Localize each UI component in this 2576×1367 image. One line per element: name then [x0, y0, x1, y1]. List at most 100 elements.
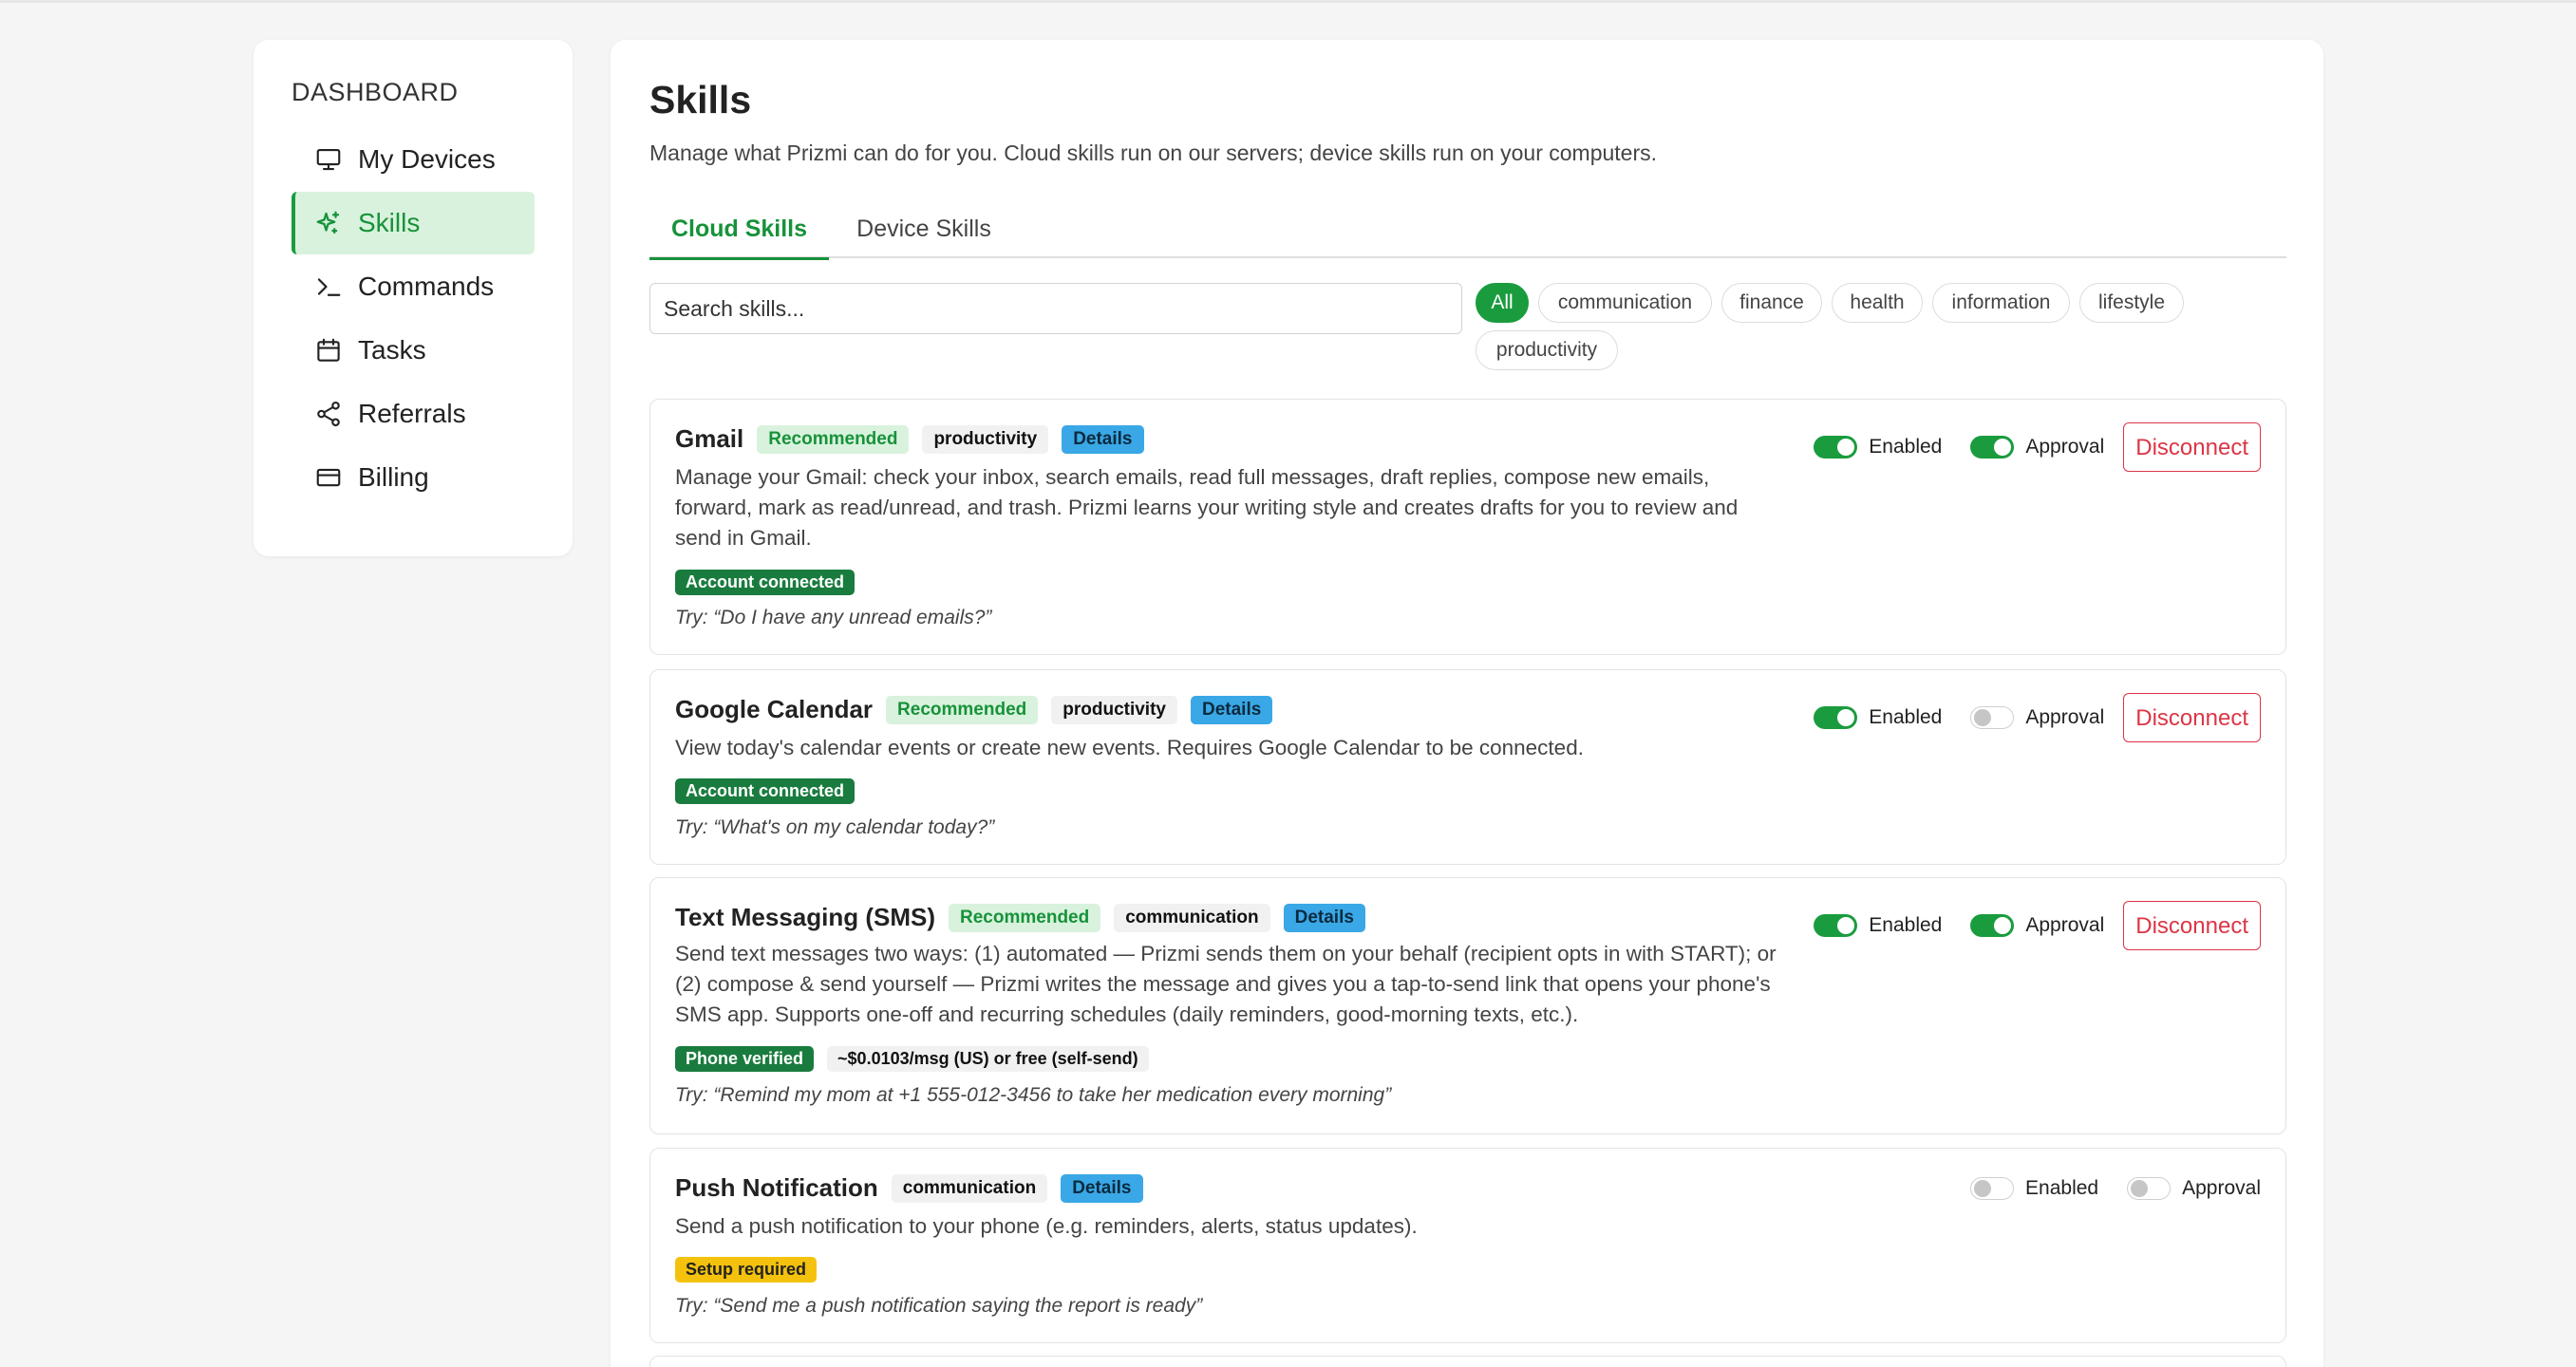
sidebar-item-referrals[interactable]: Referrals: [291, 383, 535, 445]
filter-communication[interactable]: communication: [1538, 283, 1712, 323]
status-badge: Account connected: [675, 778, 856, 804]
sidebar-nav: My Devices Skills Commands Tasks Referra…: [291, 128, 535, 509]
status-badge: Account connected: [675, 570, 856, 595]
approval-label: Approval: [2025, 914, 2105, 936]
search-input[interactable]: [649, 283, 1462, 334]
filter-finance[interactable]: finance: [1721, 283, 1822, 323]
sidebar-item-billing[interactable]: Billing: [291, 446, 535, 509]
enabled-toggle[interactable]: [1814, 706, 1858, 729]
sidebar-item-my-devices[interactable]: My Devices: [291, 128, 535, 191]
recommended-badge: Recommended: [886, 695, 1039, 724]
status-badge: Phone verified: [675, 1046, 815, 1072]
filter-productivity[interactable]: productivity: [1476, 330, 1618, 370]
price-badge: ~$0.0103/msg (US) or free (self-send): [827, 1046, 1149, 1072]
skill-status-row: Phone verified ~$0.0103/msg (US) or free…: [675, 1046, 1162, 1072]
skill-card-sms: Text Messaging (SMS) Recommended communi…: [649, 877, 2286, 1134]
filter-lifestyle[interactable]: lifestyle: [2079, 283, 2184, 323]
enabled-label: Enabled: [1869, 706, 1943, 728]
filter-health[interactable]: health: [1832, 283, 1923, 323]
skill-controls: Enabled Approval Disconnect: [1814, 422, 2261, 472]
approval-label: Approval: [2025, 436, 2105, 458]
try-example: Try: “Remind my mom at +1 555-012-3456 t…: [675, 1084, 1392, 1106]
skill-name: Push Notification: [675, 1173, 878, 1202]
tab-device-skills[interactable]: Device Skills: [829, 201, 1019, 258]
approval-label: Approval: [2025, 706, 2105, 728]
skill-status-row: Account connected: [675, 778, 868, 804]
category-badge: productivity: [1051, 695, 1177, 724]
approval-toggle[interactable]: [1970, 706, 2015, 729]
skill-controls: Enabled Approval: [1970, 1177, 2261, 1200]
sidebar-item-label: Billing: [358, 462, 429, 492]
skill-description: Send a push notification to your phone (…: [675, 1214, 1418, 1238]
skill-card-next: [649, 1356, 2286, 1367]
enabled-label: Enabled: [1869, 914, 1943, 936]
recommended-badge: Recommended: [757, 424, 910, 454]
disconnect-button[interactable]: Disconnect: [2123, 422, 2261, 472]
approval-toggle[interactable]: [1970, 436, 2015, 459]
skill-status-row: Account connected: [675, 570, 868, 595]
skill-card-push-notification: Push Notification communication Details …: [649, 1148, 2286, 1343]
share-icon: [317, 401, 340, 427]
sidebar-item-label: Commands: [358, 272, 495, 301]
enabled-toggle[interactable]: [1814, 436, 1858, 459]
filter-all[interactable]: All: [1476, 283, 1529, 323]
sidebar-item-tasks[interactable]: Tasks: [291, 319, 535, 382]
category-badge: communication: [891, 1173, 1048, 1203]
details-button[interactable]: Details: [1061, 1173, 1143, 1203]
terminal-icon: [317, 278, 341, 296]
sidebar-item-commands[interactable]: Commands: [291, 255, 535, 318]
details-button[interactable]: Details: [1283, 903, 1365, 932]
details-button[interactable]: Details: [1062, 424, 1144, 454]
skill-tabs: Cloud Skills Device Skills: [649, 201, 2286, 260]
page-title: Skills: [649, 78, 752, 122]
disconnect-button[interactable]: Disconnect: [2123, 901, 2261, 950]
sidebar-item-skills[interactable]: Skills: [291, 192, 535, 254]
try-example: Try: “What's on my calendar today?”: [675, 816, 995, 838]
skill-status-row: Setup required: [675, 1257, 830, 1283]
sidebar-item-label: Referrals: [358, 399, 466, 428]
page-subtitle: Manage what Prizmi can do for you. Cloud…: [649, 140, 1658, 165]
status-badge: Setup required: [675, 1257, 818, 1283]
enabled-toggle[interactable]: [1970, 1177, 2015, 1200]
tab-cloud-skills[interactable]: Cloud Skills: [649, 201, 829, 260]
skill-card-header: Google Calendar Recommended productivity…: [675, 695, 1286, 724]
calendar-icon: [317, 338, 340, 362]
approval-toggle[interactable]: [2127, 1177, 2172, 1200]
skill-card-header: Text Messaging (SMS) Recommended communi…: [675, 903, 1379, 932]
enabled-label: Enabled: [2025, 1177, 2099, 1199]
credit-card-icon: [316, 468, 341, 487]
sidebar-item-label: Tasks: [358, 335, 426, 365]
enabled-label: Enabled: [1869, 436, 1943, 458]
sidebar: DASHBOARD My Devices Skills Commands Tas…: [254, 40, 573, 556]
top-border: [0, 0, 2576, 3]
try-example: Try: “Do I have any unread emails?”: [675, 607, 992, 628]
skill-name: Google Calendar: [675, 695, 874, 723]
skill-card-gmail: Gmail Recommended productivity Details E…: [649, 399, 2286, 655]
approval-toggle[interactable]: [1970, 914, 2015, 937]
sidebar-title: DASHBOARD: [291, 78, 459, 106]
skill-description: Send text messages two ways: (1) automat…: [675, 942, 1777, 1026]
skill-card-google-calendar: Google Calendar Recommended productivity…: [649, 669, 2286, 865]
skill-name: Gmail: [675, 424, 744, 453]
skill-card-header: Push Notification communication Details: [675, 1173, 1156, 1203]
details-button[interactable]: Details: [1190, 695, 1273, 724]
main-panel: Skills Manage what Prizmi can do for you…: [611, 40, 2323, 1367]
recommended-badge: Recommended: [949, 903, 1101, 932]
skill-description: View today's calendar events or create n…: [675, 736, 1584, 759]
sidebar-item-label: Skills: [358, 208, 421, 237]
disconnect-button[interactable]: Disconnect: [2123, 693, 2261, 742]
category-badge: communication: [1114, 903, 1270, 932]
category-badge: productivity: [922, 424, 1049, 454]
sparkle-icon: [316, 211, 340, 234]
skill-controls: Enabled Approval Disconnect: [1814, 901, 2261, 950]
sidebar-item-label: My Devices: [358, 144, 496, 174]
enabled-toggle[interactable]: [1814, 914, 1858, 937]
try-example: Try: “Send me a push notification saying…: [675, 1295, 1203, 1317]
approval-label: Approval: [2182, 1177, 2261, 1199]
filter-information[interactable]: information: [1932, 283, 2070, 323]
skill-description: Manage your Gmail: check your inbox, sea…: [675, 465, 1739, 550]
skill-name: Text Messaging (SMS): [675, 903, 936, 931]
skill-card-header: Gmail Recommended productivity Details: [675, 424, 1157, 454]
monitor-icon: [316, 148, 341, 171]
skill-controls: Enabled Approval Disconnect: [1814, 693, 2261, 742]
